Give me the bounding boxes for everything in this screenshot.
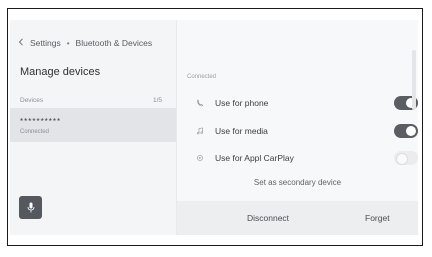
music-note-icon [195, 124, 205, 138]
forget-button[interactable]: Forget [365, 213, 390, 223]
breadcrumb-current: Bluetooth & Devices [75, 38, 153, 48]
device-name: ********** [20, 117, 62, 126]
devices-count: 1/5 [153, 97, 163, 104]
left-panel: Settings • Bluetooth & Devices Manage de… [10, 20, 177, 235]
set-secondary-device-button[interactable]: Set as secondary device [177, 178, 418, 187]
media-toggle[interactable] [394, 124, 418, 138]
option-row-phone[interactable]: Use for phone [177, 91, 418, 115]
connection-status-label: Connected [187, 74, 217, 80]
scrollbar[interactable] [412, 50, 416, 110]
option-row-media[interactable]: Use for media [177, 119, 418, 143]
device-list-item[interactable]: ********** Connected [10, 108, 176, 142]
disconnect-button[interactable]: Disconnect [247, 213, 289, 223]
infotainment-screen: Settings • Bluetooth & Devices Manage de… [10, 20, 418, 235]
chevron-left-icon [18, 38, 23, 46]
phone-icon [195, 96, 205, 110]
option-label-phone: Use for phone [215, 98, 269, 108]
option-row-carplay[interactable]: Use for Appl CarPlay [177, 146, 418, 170]
devices-label: Devices [20, 97, 44, 104]
voice-button[interactable] [19, 196, 42, 219]
carplay-icon [195, 151, 205, 165]
option-label-media: Use for media [215, 126, 268, 136]
action-bar: Disconnect Forget [177, 201, 418, 235]
device-status: Connected [20, 129, 50, 135]
breadcrumb: Settings • Bluetooth & Devices [18, 36, 152, 50]
page-title: Manage devices [20, 66, 101, 78]
microphone-icon [27, 202, 34, 213]
right-panel: Connected Use for phone Use for media Us… [177, 20, 418, 235]
option-label-carplay: Use for Appl CarPlay [215, 153, 294, 163]
back-button[interactable] [18, 38, 24, 48]
carplay-toggle[interactable] [394, 151, 418, 165]
breadcrumb-root[interactable]: Settings [30, 38, 61, 48]
breadcrumb-separator: • [66, 38, 70, 48]
